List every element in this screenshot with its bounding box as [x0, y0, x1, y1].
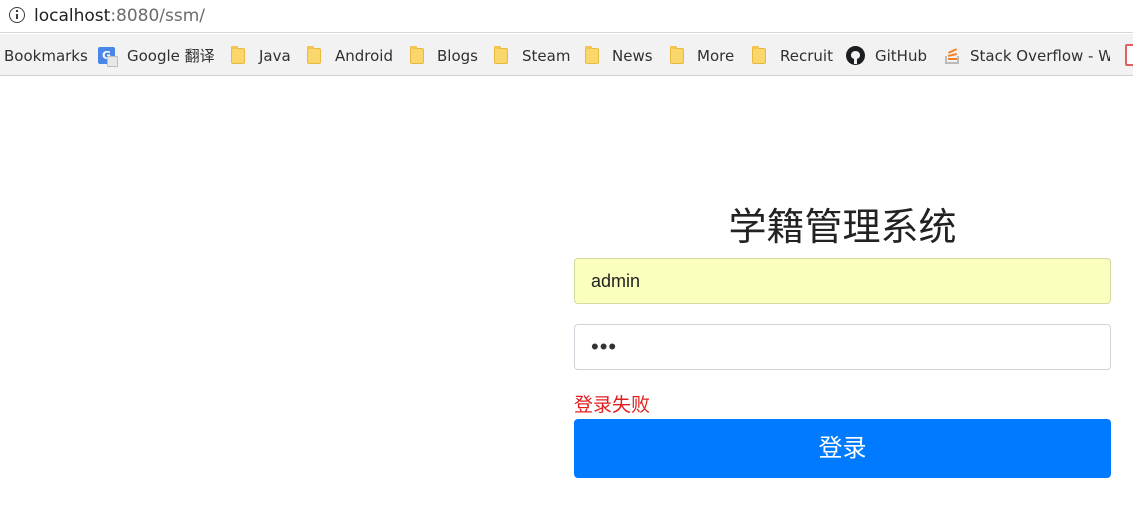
folder-icon [410, 46, 424, 64]
bookmark-label: Google 翻译 [127, 47, 215, 65]
folder-icon [670, 46, 684, 64]
github-icon [846, 46, 865, 65]
bookmark-label: Recruit [780, 47, 833, 65]
bookmark-label: Blogs [437, 47, 478, 65]
folder-icon [307, 46, 321, 64]
login-button[interactable]: 登录 [574, 419, 1111, 478]
url-path: :8080/ssm/ [110, 6, 206, 26]
folder-icon [585, 46, 599, 64]
bookmark-label: Stack Overflow - Wh [970, 47, 1110, 65]
folder-icon [494, 46, 508, 64]
bookmarks-bar: Bookmarks G Google 翻译 Java Android Blogs… [0, 34, 1133, 76]
info-icon[interactable] [9, 7, 25, 23]
username-input[interactable]: admin [574, 258, 1111, 304]
folder-icon [752, 46, 766, 64]
bookmark-label: Bookmarks [4, 47, 88, 65]
bookmark-label: News [612, 47, 653, 65]
password-value: ••• [591, 334, 618, 359]
url-text[interactable]: localhost:8080/ssm/ [34, 6, 205, 26]
url-host: localhost [34, 6, 111, 26]
bookmark-label: Android [335, 47, 393, 65]
username-value: admin [591, 271, 641, 291]
overflow-bookmark-icon[interactable] [1125, 44, 1133, 66]
bookmark-label: Java [259, 47, 291, 65]
stackoverflow-icon [944, 47, 961, 65]
address-bar[interactable]: localhost:8080/ssm/ [0, 0, 1133, 33]
password-input[interactable]: ••• [574, 324, 1111, 370]
error-message: 登录失败 [574, 394, 651, 416]
page-title: 学籍管理系统 [728, 205, 957, 249]
google-translate-icon: G [98, 47, 118, 67]
bookmark-label: GitHub [875, 47, 927, 65]
bookmark-label: More [697, 47, 735, 65]
folder-icon [231, 46, 245, 64]
bookmark-label: Steam [522, 47, 571, 65]
